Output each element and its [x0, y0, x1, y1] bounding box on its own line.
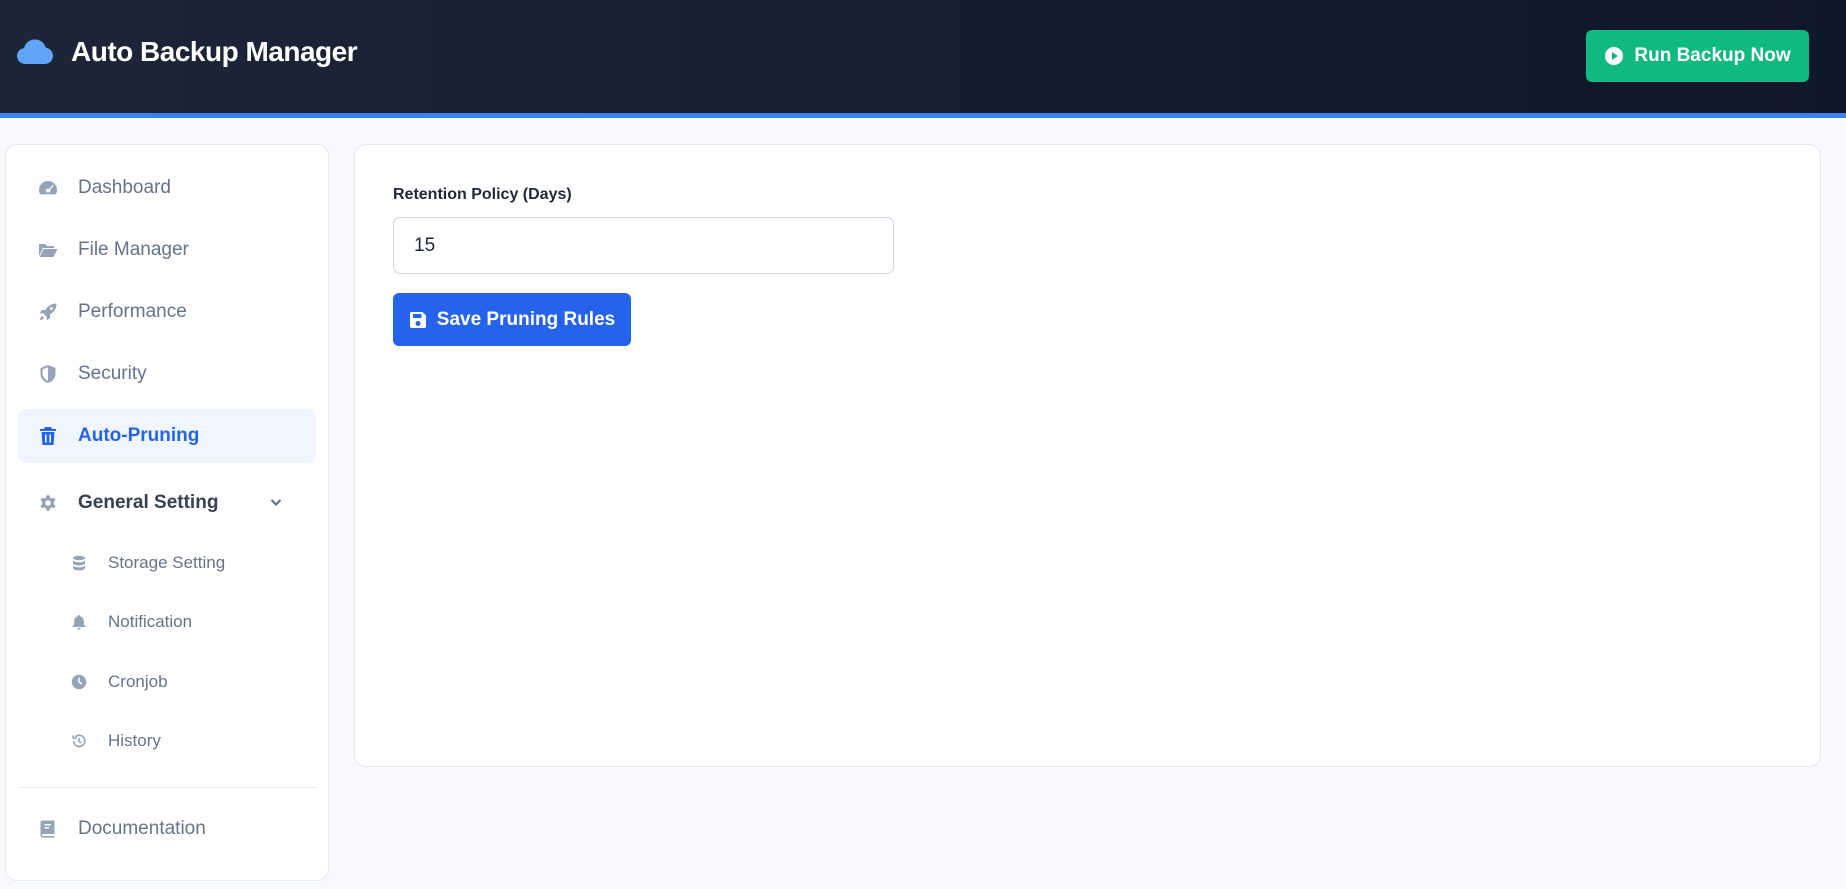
clock-icon [70, 673, 88, 691]
sidebar-group-label: General Setting [78, 492, 219, 513]
save-pruning-rules-button[interactable]: Save Pruning Rules [393, 293, 631, 346]
book-icon [38, 819, 58, 839]
sidebar-item-label: Cronjob [108, 672, 168, 691]
pruning-settings-card: Retention Policy (Days) Save Pruning Rul… [354, 144, 1821, 767]
run-backup-label: Run Backup Now [1634, 45, 1791, 66]
trash-icon [38, 426, 58, 446]
save-pruning-rules-label: Save Pruning Rules [436, 308, 616, 330]
sidebar-item-auto-pruning[interactable]: Auto-Pruning [18, 409, 316, 463]
sidebar-group-general-setting[interactable]: General Setting [18, 476, 316, 530]
sidebar-item-label: History [108, 731, 161, 750]
gear-icon [38, 493, 58, 513]
sidebar-item-notification[interactable]: Notification [18, 598, 316, 646]
folder-icon [38, 240, 58, 260]
sidebar-item-documentation[interactable]: Documentation [18, 802, 316, 856]
database-icon [70, 554, 88, 572]
retention-label: Retention Policy (Days) [393, 186, 572, 203]
sidebar-item-history[interactable]: History [18, 717, 316, 765]
sidebar-item-label: Auto-Pruning [78, 425, 200, 446]
dashboard-icon [38, 178, 58, 198]
app-title: Auto Backup Manager [71, 36, 358, 67]
save-icon [409, 311, 426, 328]
bell-icon [70, 613, 88, 631]
sidebar-item-label: File Manager [78, 239, 189, 260]
sidebar-item-label: Dashboard [78, 177, 171, 198]
brand: Auto Backup Manager [17, 36, 358, 68]
app-header: Auto Backup Manager Run Backup Now [0, 0, 1846, 118]
sidebar-item-storage-setting[interactable]: Storage Setting [18, 539, 316, 587]
sidebar-item-label: Performance [78, 301, 187, 322]
rocket-icon [38, 302, 58, 322]
chevron-down-icon[interactable] [268, 494, 284, 510]
cloud-icon [17, 39, 53, 64]
sidebar-item-security[interactable]: Security [18, 347, 316, 401]
play-circle-icon [1605, 47, 1624, 65]
sidebar-item-label: Storage Setting [108, 553, 226, 572]
sidebar-item-cronjob[interactable]: Cronjob [18, 658, 316, 706]
sidebar-item-label: Security [78, 363, 147, 384]
history-icon [70, 732, 88, 750]
sidebar-item-label: Notification [108, 612, 193, 631]
sidebar-item-performance[interactable]: Performance [18, 285, 316, 339]
run-backup-button[interactable]: Run Backup Now [1586, 30, 1809, 82]
shield-icon [38, 364, 58, 384]
sidebar: Dashboard File Manager Performance Secur… [5, 144, 329, 881]
sidebar-item-label: Documentation [78, 818, 206, 839]
sidebar-divider [19, 787, 316, 788]
sidebar-item-dashboard[interactable]: Dashboard [18, 161, 316, 215]
retention-days-input[interactable] [393, 217, 894, 274]
sidebar-item-file-manager[interactable]: File Manager [18, 223, 316, 277]
